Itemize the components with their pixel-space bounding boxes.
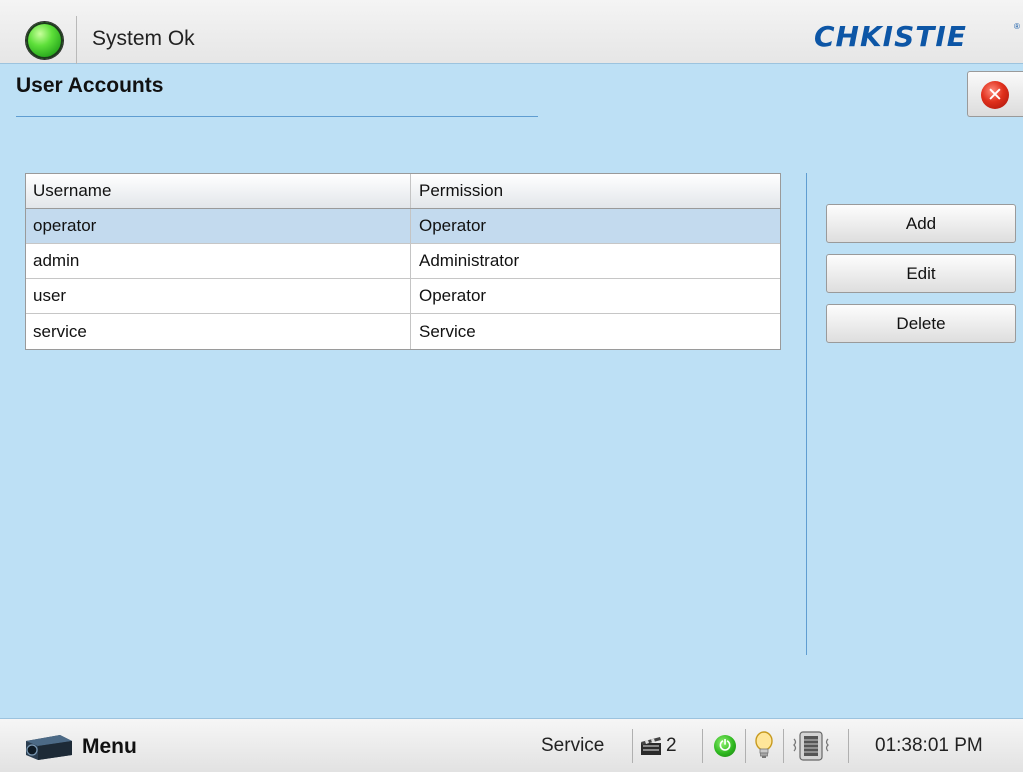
bar-divider [632, 729, 633, 763]
username-cell: operator [26, 209, 411, 243]
menu-label: Menu [82, 735, 137, 758]
permission-cell: Operator [419, 286, 487, 305]
header-divider [76, 16, 77, 64]
system-status-light-icon[interactable] [26, 22, 63, 59]
user-mode-label: Service [541, 735, 605, 756]
channel-number: 2 [666, 735, 677, 756]
user-accounts-table: Username Permission operator Operator ad… [25, 173, 781, 350]
bar-divider [745, 729, 746, 763]
username-cell: user [26, 279, 411, 313]
page-title: User Accounts [16, 74, 164, 97]
username-cell: service [26, 314, 411, 349]
permission-cell: Administrator [419, 251, 520, 270]
christie-logo: CHKISTIE [814, 20, 967, 53]
top-status-bar: System Ok CHKISTIE ® [0, 0, 1023, 64]
bottom-status-bar: Menu Service 2 ⏻ 01:38:01 PM [0, 718, 1023, 772]
table-row[interactable]: user Operator [26, 279, 780, 314]
clock: 01:38:01 PM [875, 735, 983, 756]
title-underline [16, 116, 538, 117]
registered-mark: ® [1014, 22, 1020, 31]
delete-button[interactable]: Delete [826, 304, 1016, 343]
permission-cell: Operator [419, 216, 487, 235]
bar-divider [702, 729, 703, 763]
close-button[interactable]: ✕ [967, 71, 1023, 117]
power-icon[interactable]: ⏻ [714, 735, 736, 757]
projector-icon [26, 735, 72, 760]
column-header-permission[interactable]: Permission [411, 174, 780, 208]
add-button[interactable]: Add [826, 204, 1016, 243]
bar-divider [783, 729, 784, 763]
lamp-icon[interactable] [754, 731, 774, 761]
column-header-username[interactable]: Username [26, 174, 411, 208]
table-row[interactable]: service Service [26, 314, 780, 349]
menu-button[interactable]: Menu [18, 727, 158, 767]
clapperboard-icon [641, 737, 661, 755]
bar-divider [848, 729, 849, 763]
panel-divider [806, 173, 807, 655]
cooling-fan-icon[interactable] [791, 729, 831, 763]
close-icon: ✕ [981, 81, 1009, 109]
permission-cell: Service [419, 321, 476, 341]
username-cell: admin [26, 244, 411, 278]
edit-button[interactable]: Edit [826, 254, 1016, 293]
system-status-text[interactable]: System Ok [92, 27, 195, 51]
table-row[interactable]: operator Operator [26, 209, 780, 244]
table-header: Username Permission [26, 174, 780, 209]
table-row[interactable]: admin Administrator [26, 244, 780, 279]
